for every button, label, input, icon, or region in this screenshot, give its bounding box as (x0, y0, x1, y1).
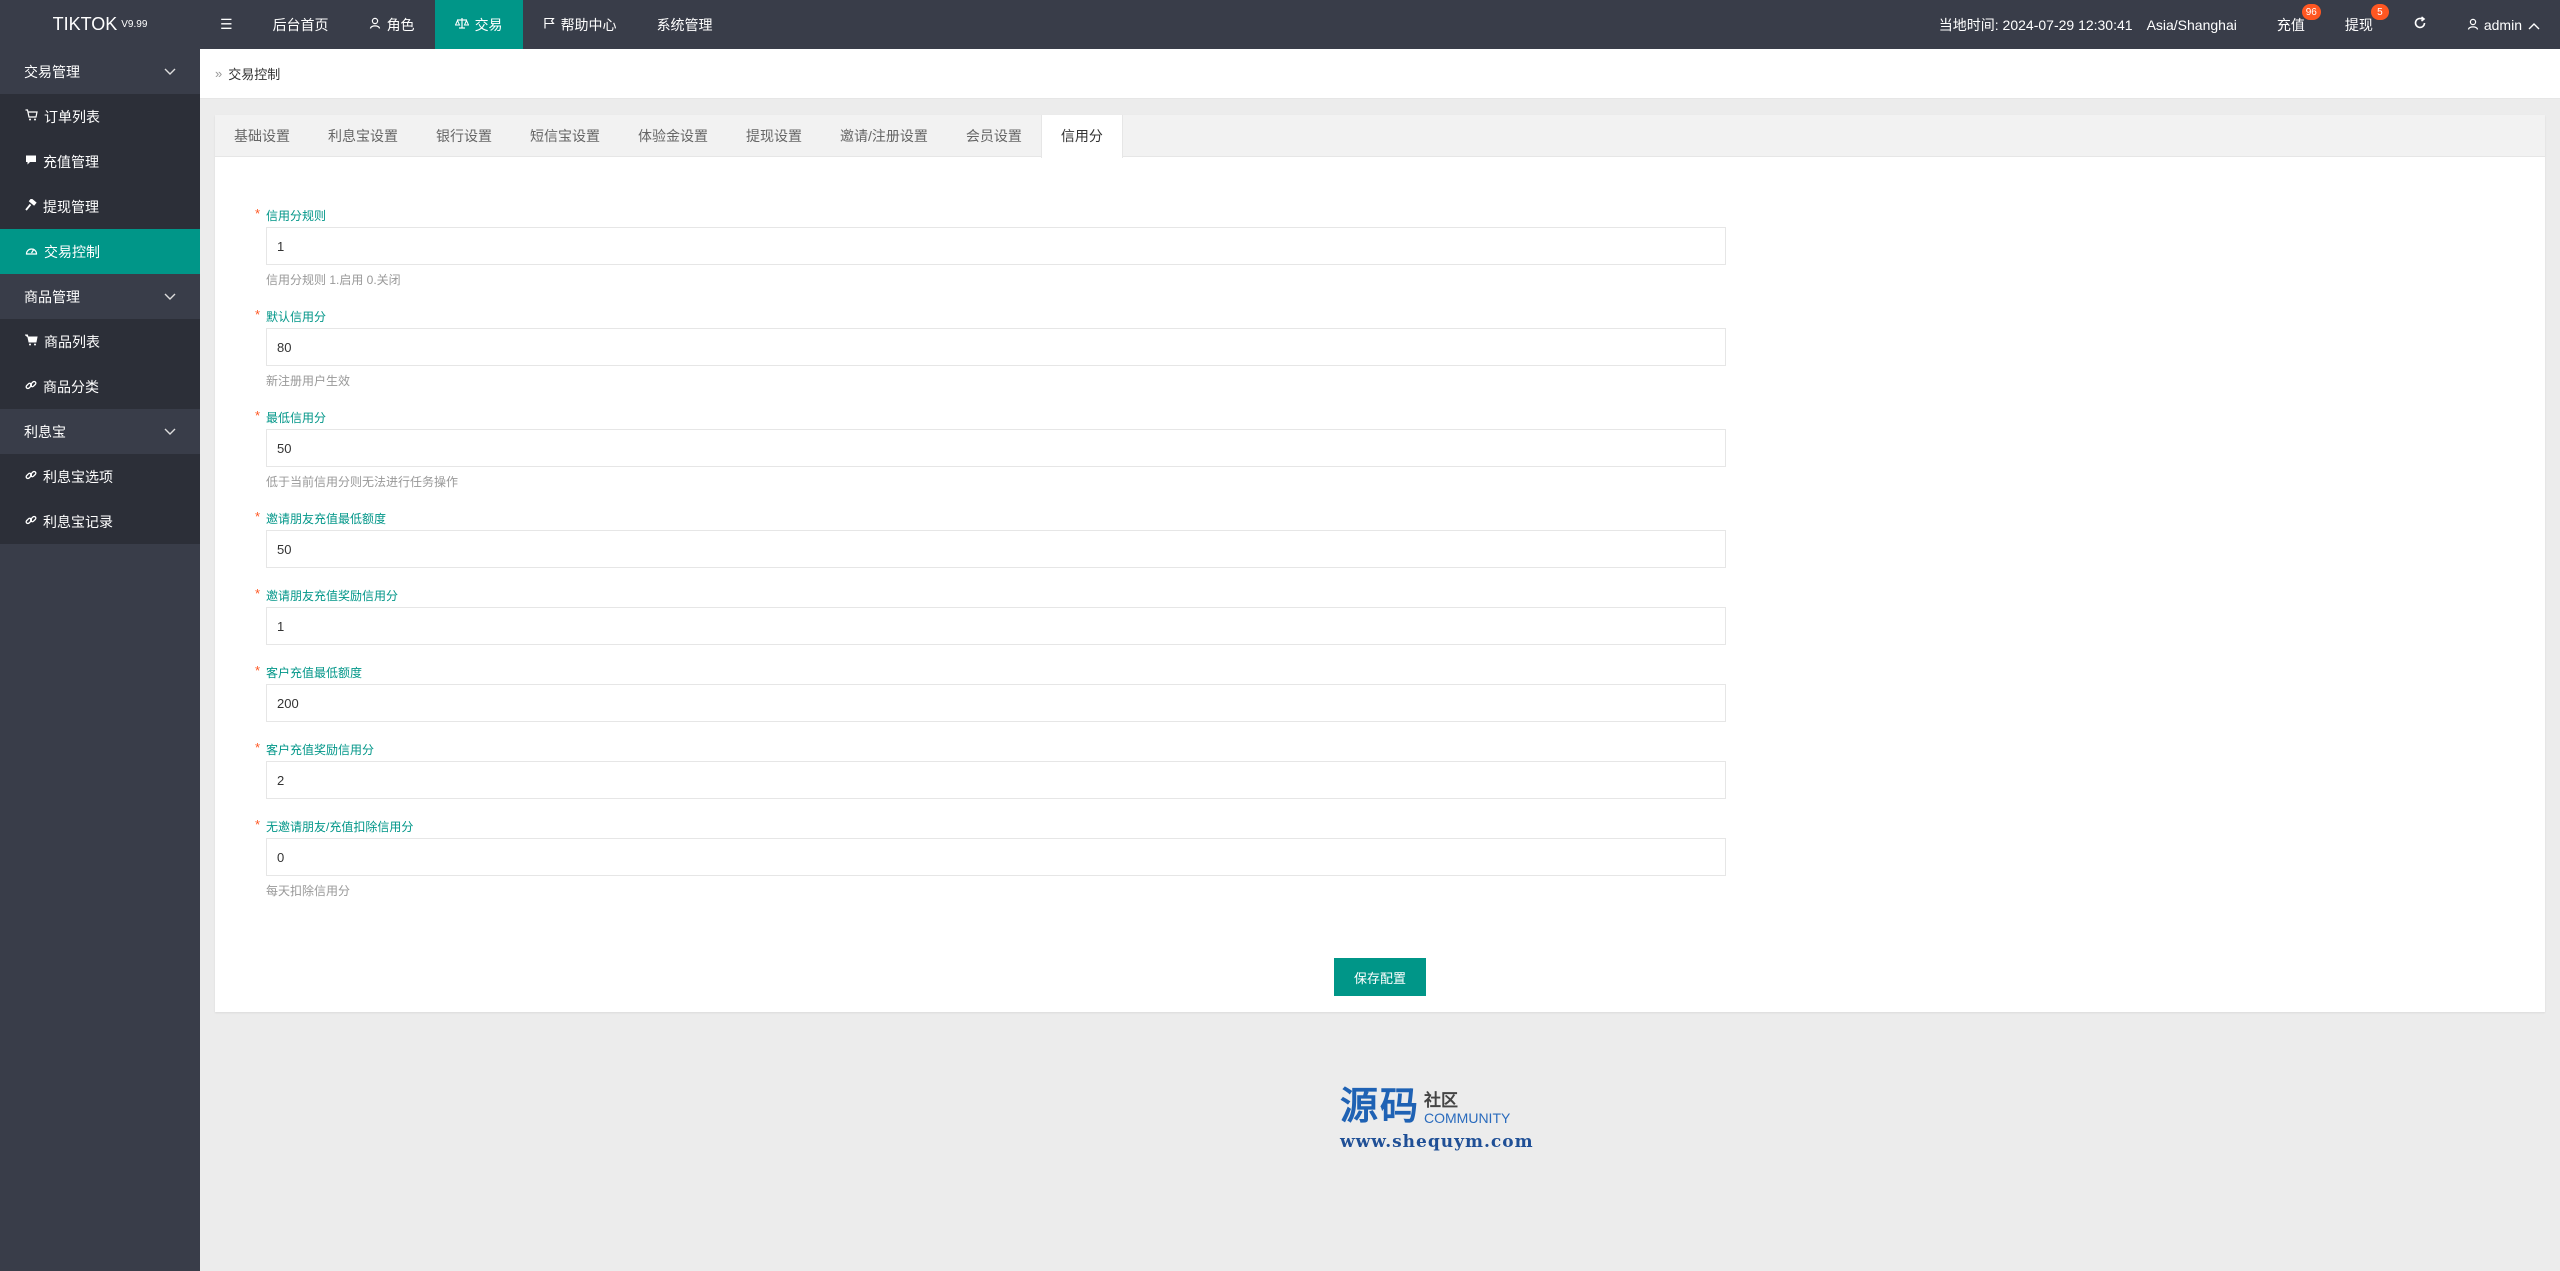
field-customer-reward-credit: * 客户充值奖励信用分 (255, 740, 1726, 799)
default-credit-input[interactable] (266, 328, 1726, 366)
field-hint: 低于当前信用分则无法进行任务操作 (266, 475, 459, 489)
invite-min-recharge-input[interactable] (266, 530, 1726, 568)
sidebar-item-orders[interactable]: 订单列表 (0, 94, 200, 139)
user-icon (2467, 17, 2479, 33)
customer-min-recharge-input[interactable] (266, 684, 1726, 722)
field-default-credit: *默认信用分 新注册用户生效 (255, 307, 1726, 388)
user-menu[interactable]: admin (2447, 0, 2560, 49)
recharge-link[interactable]: 充值 96 (2257, 0, 2325, 49)
chevron-down-icon (164, 290, 176, 304)
nav-item-trade[interactable]: 交易 (434, 0, 523, 49)
sidebar-item-product-category[interactable]: 商品分类 (0, 364, 200, 409)
timezone: Asia/Shanghai (2146, 16, 2237, 33)
flag-icon (543, 17, 555, 32)
field-no-invite-deduct: *无邀请朋友/充值扣除信用分 每天扣除信用分 (255, 817, 1726, 898)
recharge-badge: 96 (2301, 4, 2321, 20)
tab-interest[interactable]: 利息宝设置 (309, 115, 417, 157)
top-nav: ☰ 后台首页 角色 交易 帮助中心 系统管理 (200, 0, 733, 49)
field-hint: 每天扣除信用分 (266, 884, 351, 898)
app-version: V9.99 (121, 19, 148, 30)
settings-tabs: 基础设置 利息宝设置 银行设置 短信宝设置 体验金设置 提现设置 邀请/注册设置… (215, 115, 2545, 158)
sidebar: 交易管理 订单列表 充值管理 提现管理 交易控制 商品管理 商品列表 商品分类 … (0, 49, 200, 1271)
menu-icon: ☰ (220, 16, 233, 32)
watermark-community: COMMUNITY (1424, 1110, 1511, 1126)
sidebar-item-withdraw[interactable]: 提现管理 (0, 184, 200, 229)
user-icon (369, 17, 381, 32)
withdraw-link[interactable]: 提现 5 (2325, 0, 2393, 49)
chevron-down-icon (164, 65, 176, 79)
refresh-icon (2413, 16, 2427, 33)
tab-member[interactable]: 会员设置 (947, 115, 1041, 157)
sidebar-group-trade[interactable]: 交易管理 (0, 49, 200, 94)
chevron-up-icon (2528, 17, 2540, 33)
tab-sms[interactable]: 短信宝设置 (511, 115, 619, 157)
field-invite-reward-credit: * 邀请朋友充值奖励信用分 (255, 586, 1726, 645)
local-time: 当地时间: 2024-07-29 12:30:41 Asia/Shanghai (1938, 16, 2237, 33)
field-min-credit: *最低信用分 低于当前信用分则无法进行任务操作 (255, 408, 1726, 489)
breadcrumb: » 交易控制 (200, 49, 2560, 99)
double-chevron-icon: » (215, 66, 223, 81)
settings-card: 基础设置 利息宝设置 银行设置 短信宝设置 体验金设置 提现设置 邀请/注册设置… (215, 115, 2545, 1012)
refresh-button[interactable] (2393, 0, 2447, 49)
chevron-down-icon (164, 425, 176, 439)
hammer-icon (25, 198, 37, 214)
nav-item-system[interactable]: 系统管理 (637, 0, 733, 49)
tab-credit-score[interactable]: 信用分 (1040, 115, 1123, 158)
tab-withdraw[interactable]: 提现设置 (727, 115, 821, 157)
sidebar-item-recharge[interactable]: 充值管理 (0, 139, 200, 184)
nav-item-home[interactable]: 后台首页 (253, 0, 349, 49)
tab-invite-register[interactable]: 邀请/注册设置 (821, 115, 947, 157)
tab-basic[interactable]: 基础设置 (215, 115, 309, 157)
menu-toggle-button[interactable]: ☰ (200, 0, 253, 49)
withdraw-badge: 5 (2370, 4, 2389, 20)
watermark-sub-text: 社区 (1424, 1091, 1459, 1110)
sidebar-item-trade-control[interactable]: 交易控制 (0, 229, 200, 274)
tab-trial-funds[interactable]: 体验金设置 (619, 115, 727, 157)
app-title: TIKTOK (52, 14, 118, 34)
sidebar-item-interest-options[interactable]: 利息宝选项 (0, 454, 200, 499)
top-bar: TIKTOK V9.99 ☰ 后台首页 角色 交易 帮助中心 系统管理 当地时间… (0, 0, 2560, 49)
invite-reward-credit-input[interactable] (266, 607, 1726, 645)
dashboard-icon (25, 244, 38, 259)
link-icon (25, 514, 37, 529)
credit-rule-input[interactable] (266, 227, 1726, 265)
link-icon (25, 469, 37, 484)
field-invite-min-recharge: * 邀请朋友充值最低额度 (255, 509, 1726, 568)
balance-icon (454, 17, 469, 32)
watermark-main-text: 源码 (1340, 1083, 1421, 1128)
cart-icon (25, 109, 38, 124)
watermark-url: www.shequym.com (1340, 1132, 1534, 1152)
sidebar-item-interest-records[interactable]: 利息宝记录 (0, 499, 200, 544)
nav-item-role[interactable]: 角色 (349, 0, 435, 49)
field-credit-rule: *信用分规则 信用分规则 1.启用 0.关闭 (255, 206, 1726, 287)
min-credit-input[interactable] (266, 429, 1726, 467)
no-invite-deduct-input[interactable] (266, 838, 1726, 876)
watermark-logo: 源码 社区 COMMUNITY www.shequym.com (1340, 1086, 1550, 1156)
save-config-button[interactable]: 保存配置 (1334, 958, 1426, 996)
customer-reward-credit-input[interactable] (266, 761, 1726, 799)
sidebar-group-products[interactable]: 商品管理 (0, 274, 200, 319)
cart-icon (24, 334, 38, 349)
field-hint: 信用分规则 1.启用 0.关闭 (266, 273, 401, 287)
tab-bank[interactable]: 银行设置 (417, 115, 511, 157)
top-nav-right: 当地时间: 2024-07-29 12:30:41 Asia/Shanghai … (1919, 0, 2560, 49)
sidebar-group-interest[interactable]: 利息宝 (0, 409, 200, 454)
nav-item-help[interactable]: 帮助中心 (523, 0, 637, 49)
comment-icon (25, 154, 37, 169)
sidebar-item-product-list[interactable]: 商品列表 (0, 319, 200, 364)
breadcrumb-current: 交易控制 (228, 67, 281, 82)
link-icon (25, 379, 37, 394)
field-customer-min-recharge: * 客户充值最低额度 (255, 663, 1726, 722)
app-logo[interactable]: TIKTOK V9.99 (0, 0, 200, 49)
field-hint: 新注册用户生效 (266, 374, 351, 388)
